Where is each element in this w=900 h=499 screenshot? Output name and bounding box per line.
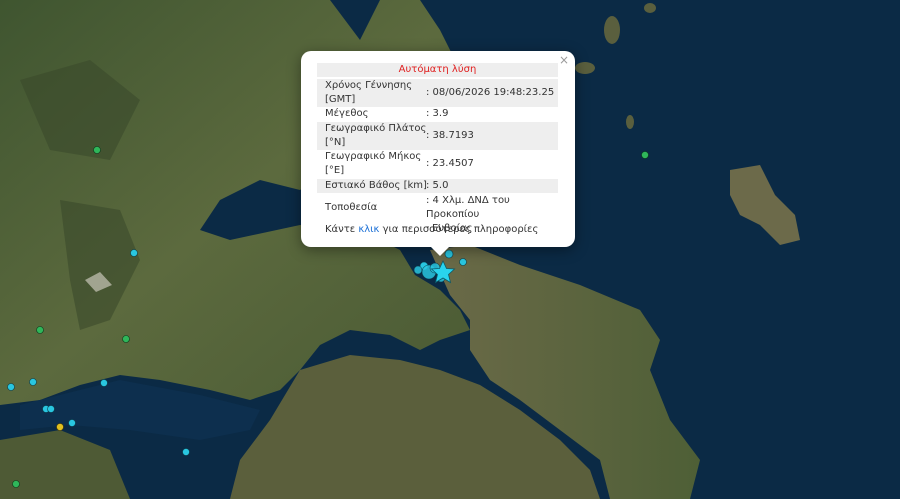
quake-marker	[182, 448, 190, 456]
magnitude-value: : 3.9	[426, 108, 449, 119]
quake-marker	[100, 379, 108, 387]
island	[604, 16, 620, 44]
quake-marker	[7, 383, 15, 391]
quake-marker	[641, 151, 649, 159]
depth-row: Εστιακό Βάθος [km] : 5.0	[317, 179, 558, 193]
popup-title: Αυτόματη λύση	[317, 63, 558, 77]
close-icon[interactable]: ×	[559, 53, 569, 67]
location-label: Τοποθεσία	[325, 202, 378, 213]
longitude-value: : 23.4507	[426, 158, 474, 169]
quake-marker	[56, 423, 64, 431]
depth-value: : 5.0	[426, 180, 449, 191]
quake-marker	[459, 258, 467, 266]
quake-marker	[36, 326, 44, 334]
depth-label: Εστιακό Βάθος [km]	[325, 180, 427, 191]
origin-time-value: : 08/06/2026 19:48:23.25	[426, 87, 555, 98]
quake-marker	[130, 249, 138, 257]
more-info-line: Κάντε κλικ για περισσότερες πληροφορίες	[325, 224, 539, 235]
island	[575, 62, 595, 74]
quake-marker	[12, 480, 20, 488]
earthquake-popup: × Αυτόματη λύση Χρόνος Γέννησης [GMT] : 0…	[301, 51, 575, 247]
origin-time-row: Χρόνος Γέννησης [GMT] : 08/06/2026 19:48:…	[317, 79, 558, 107]
quake-marker	[122, 335, 130, 343]
more-info-link[interactable]: κλικ	[358, 224, 379, 235]
quake-marker	[47, 405, 55, 413]
longitude-label: Γεωγραφικό Μήκος [°E]	[325, 151, 422, 176]
popup-tip	[430, 246, 450, 256]
magnitude-row: Μέγεθος : 3.9	[317, 107, 558, 121]
origin-time-label: Χρόνος Γέννησης [GMT]	[325, 80, 413, 105]
latitude-row: Γεωγραφικό Πλάτος [°N] : 38.7193	[317, 122, 558, 150]
longitude-row: Γεωγραφικό Μήκος [°E] : 23.4507	[317, 150, 558, 178]
quake-marker	[68, 419, 76, 427]
latitude-value: : 38.7193	[426, 130, 474, 141]
island	[626, 115, 634, 129]
quake-marker	[29, 378, 37, 386]
island	[644, 3, 656, 13]
latitude-label: Γεωγραφικό Πλάτος [°N]	[325, 123, 427, 148]
magnitude-label: Μέγεθος	[325, 108, 369, 119]
quake-marker	[93, 146, 101, 154]
quake-marker	[413, 265, 423, 275]
location-row: Τοποθεσία : 4 Χλμ. ΔΝΔ του Προκοπίου Ευβο…	[317, 194, 558, 234]
